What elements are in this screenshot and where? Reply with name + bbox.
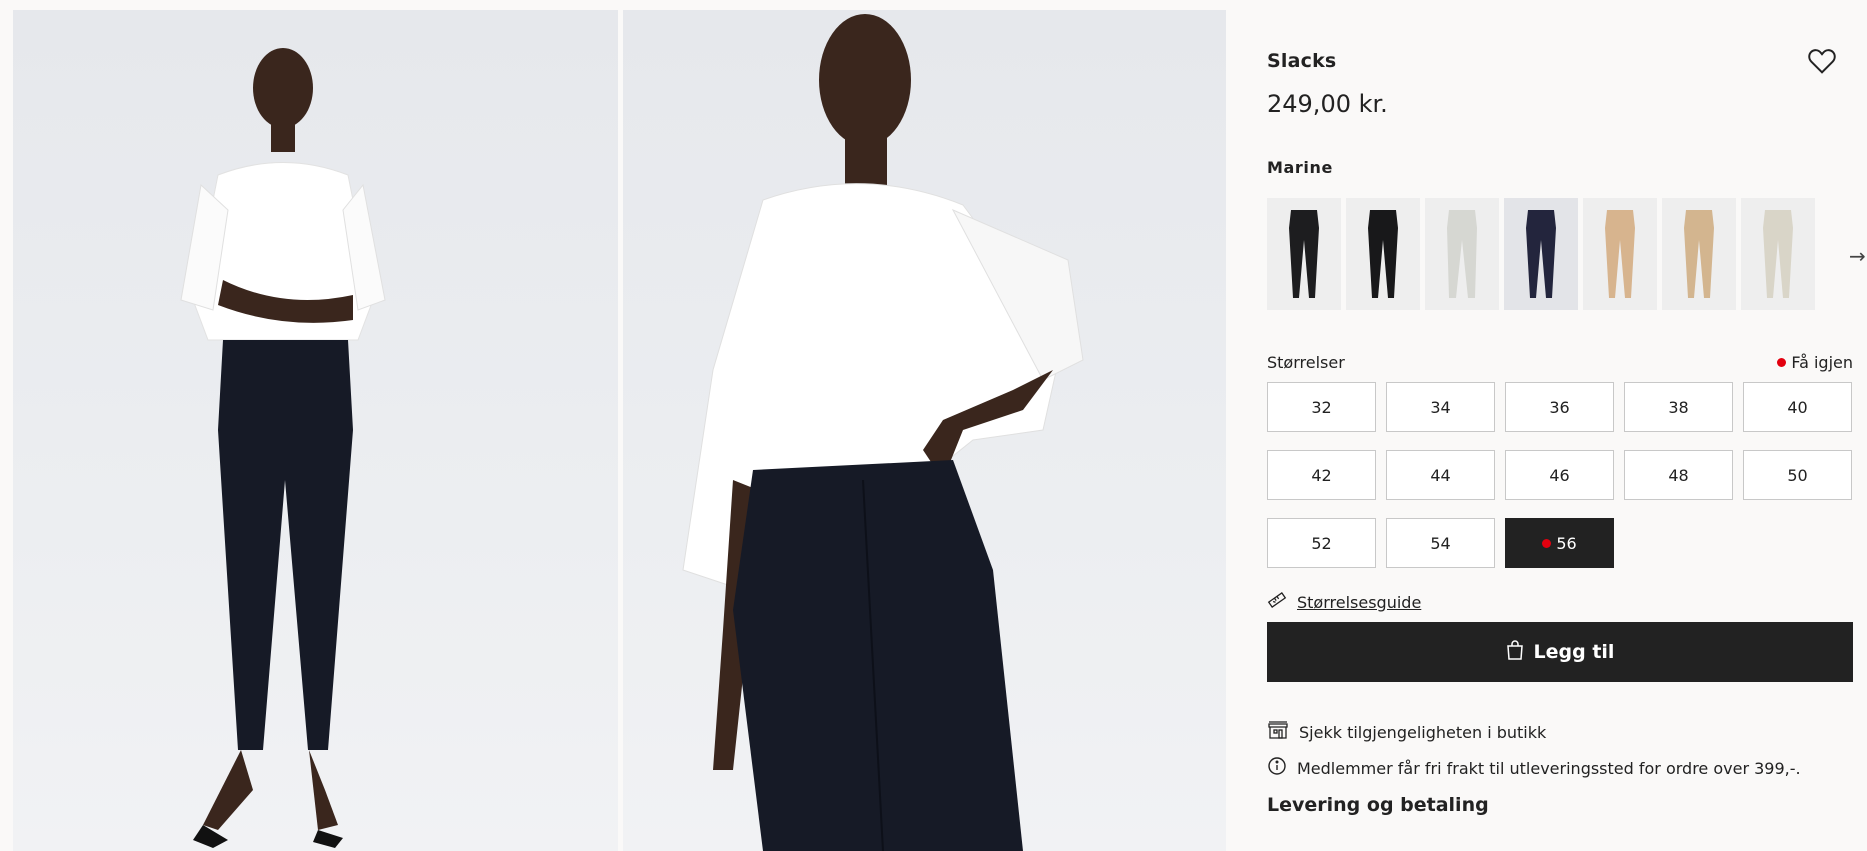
size-option-46[interactable]: 46 [1505,450,1614,500]
size-label: 56 [1556,533,1577,553]
size-label: 36 [1549,397,1570,417]
product-price: 249,00 kr. [1267,90,1388,118]
product-title: Slacks [1267,50,1337,72]
restock-label: Få igjen [1791,353,1853,372]
delivery-heading[interactable]: Levering og betaling [1267,794,1489,816]
swatch-navy[interactable] [1504,198,1578,310]
size-label: 52 [1311,533,1332,553]
model-figure-2 [682,14,1084,851]
size-label: 44 [1430,465,1451,485]
store-availability-text: Sjekk tilgjengeligheten i butikk [1299,722,1547,742]
add-to-cart-button[interactable]: Legg til [1267,622,1853,682]
swatch-cream[interactable] [1741,198,1815,310]
size-option-36[interactable]: 36 [1505,382,1614,432]
size-grid: 32 34 36 38 40 42 44 46 48 50 52 54 56 [1267,382,1853,568]
size-option-50[interactable]: 50 [1743,450,1852,500]
size-guide-row: Størrelsesguide [1267,590,1421,614]
size-label: 34 [1430,397,1451,417]
size-guide-link[interactable]: Størrelsesguide [1297,593,1421,612]
restock-dot-icon [1542,538,1552,548]
size-option-48[interactable]: 48 [1624,450,1733,500]
add-to-cart-label: Legg til [1533,641,1615,663]
arrow-right-icon[interactable]: → [1849,244,1866,268]
product-details-panel: Slacks 249,00 kr. Marine → Størrelser Få… [1267,0,1867,851]
model-figure-1 [180,48,386,848]
product-image-front[interactable] [13,10,618,851]
size-option-44[interactable]: 44 [1386,450,1495,500]
size-option-38[interactable]: 38 [1624,382,1733,432]
size-option-42[interactable]: 42 [1267,450,1376,500]
restock-legend: Få igjen [1777,353,1853,372]
restock-dot-icon [1777,358,1787,367]
store-availability-row[interactable]: Sjekk tilgjengeligheten i butikk [1267,720,1546,744]
swatch-beige[interactable] [1583,198,1657,310]
size-option-34[interactable]: 34 [1386,382,1495,432]
size-option-56[interactable]: 56 [1505,518,1614,568]
swatch-beige-2[interactable] [1662,198,1736,310]
product-image-detail[interactable] [623,10,1226,851]
size-label: 48 [1668,465,1689,485]
size-label: 46 [1549,465,1570,485]
size-option-54[interactable]: 54 [1386,518,1495,568]
member-shipping-row: Medlemmer får fri frakt til utleveringss… [1267,756,1801,780]
swatch-black-2[interactable] [1346,198,1420,310]
color-swatches [1267,198,1815,310]
store-icon [1267,720,1289,744]
selected-color-name: Marine [1267,158,1333,177]
size-label: 40 [1787,397,1808,417]
size-option-52[interactable]: 52 [1267,518,1376,568]
ruler-icon [1267,590,1287,614]
product-gallery [13,10,1226,851]
size-label: 38 [1668,397,1689,417]
size-label: 32 [1311,397,1332,417]
size-label: 42 [1311,465,1332,485]
member-shipping-text: Medlemmer får fri frakt til utleveringss… [1297,758,1801,778]
sizes-label: Størrelser [1267,353,1345,372]
info-icon [1267,756,1287,780]
size-option-40[interactable]: 40 [1743,382,1852,432]
swatch-black-1[interactable] [1267,198,1341,310]
swatch-light-grey[interactable] [1425,198,1499,310]
size-label: 54 [1430,533,1451,553]
size-option-32[interactable]: 32 [1267,382,1376,432]
size-label: 50 [1787,465,1808,485]
shopping-bag-icon [1506,639,1524,665]
heart-icon[interactable] [1805,44,1839,78]
